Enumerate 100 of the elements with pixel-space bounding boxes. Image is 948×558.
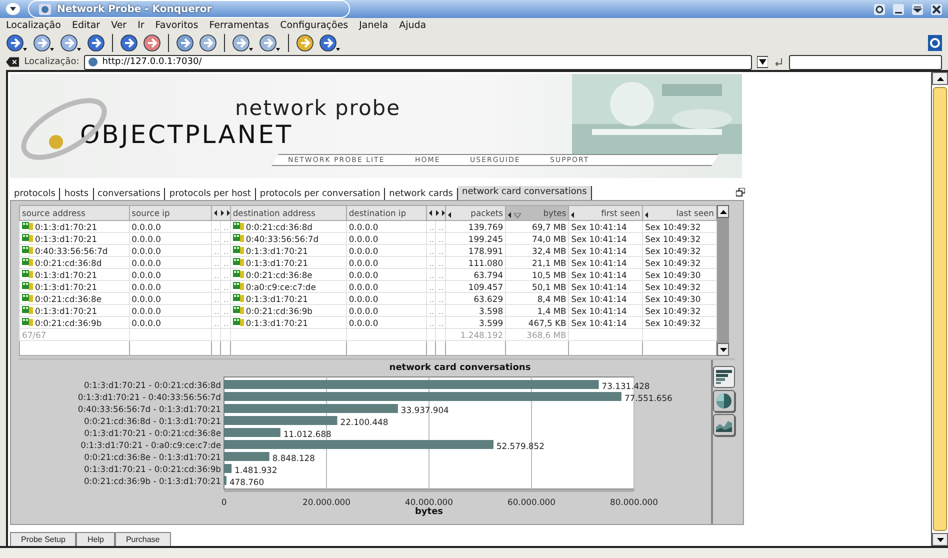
table-cell: 3.599 [445, 316, 506, 328]
table-cell: 0.0.0.0 [129, 244, 212, 256]
table-cell: 0.0.0.0 [346, 268, 426, 280]
column-arrows-icon[interactable] [428, 210, 444, 216]
download-icon[interactable] [319, 34, 341, 52]
value-label: 22.100.448 [340, 417, 388, 427]
clear-icon[interactable] [6, 57, 20, 67]
up-icon[interactable] [60, 34, 82, 52]
column-header[interactable]: bytes [506, 206, 569, 220]
column-header[interactable]: destination address [230, 206, 346, 220]
close-icon[interactable] [931, 4, 942, 14]
network-card-icon [22, 234, 33, 242]
network-card-icon [22, 222, 33, 230]
menu-item[interactable]: Editar [72, 20, 100, 30]
table-cell: 0:1:3:d1:70:21 [20, 268, 130, 280]
up-arrow-icon[interactable] [720, 210, 726, 214]
network-card-icon [22, 282, 33, 290]
filter-field[interactable] [568, 340, 643, 356]
tab[interactable]: network card conversations [458, 186, 592, 200]
filter-field[interactable] [436, 340, 446, 356]
column-arrow-icon[interactable] [508, 212, 512, 218]
menu-item[interactable]: Ver [111, 20, 127, 30]
filter-field[interactable] [129, 340, 212, 356]
network-card-icon [232, 306, 244, 314]
tick-label: 20.000.000 [302, 497, 350, 507]
menu-item[interactable]: Ferramentas [209, 20, 270, 30]
scroll-bar[interactable] [717, 205, 729, 356]
filter-field[interactable] [20, 340, 130, 356]
menu-item[interactable]: Janela [359, 20, 388, 30]
filter-field[interactable] [426, 340, 436, 356]
table-cell: .. [211, 304, 221, 316]
menu-item[interactable]: Ajuda [399, 20, 426, 30]
sort-icon [514, 213, 522, 218]
table-cell: Sex 10:49:32 [642, 220, 716, 232]
go-icon[interactable] [772, 56, 784, 68]
column-header[interactable]: destination ip [346, 206, 426, 220]
scroll-thumb[interactable] [933, 87, 947, 531]
table-cell: .. [220, 280, 230, 292]
table-cell: .. [436, 280, 446, 292]
column-header[interactable]: first seen [568, 206, 643, 220]
table-cell: 0:0:21:cd:36:8d [230, 220, 346, 232]
network-card-icon [232, 270, 244, 278]
tick-label: 60.000.000 [508, 497, 556, 507]
column-header[interactable]: packets [445, 206, 506, 220]
up-arrow-icon[interactable] [936, 76, 944, 80]
menu-item[interactable]: Ir [138, 20, 144, 30]
table-cell: .. [426, 268, 436, 280]
filter-field[interactable] [230, 340, 346, 356]
down-arrow-icon[interactable] [936, 538, 944, 542]
table-cell: 0:40:33:56:56:7d [20, 244, 130, 256]
value-label: 478.760 [229, 477, 264, 487]
filter-field[interactable] [506, 340, 569, 356]
down-arrow-icon[interactable] [720, 348, 726, 352]
forward-icon[interactable] [33, 34, 55, 52]
filter-field[interactable] [445, 340, 506, 356]
restore-icon[interactable] [736, 188, 745, 197]
table-cell: .. [220, 232, 230, 244]
menu-item[interactable]: Favoritos [155, 20, 198, 30]
table-cell: .. [211, 232, 221, 244]
table-cell: 21,1 MB [506, 256, 569, 268]
filter-field[interactable] [220, 340, 230, 356]
bottom-tab[interactable]: Help [76, 532, 115, 546]
table-cell: 0.0.0.0 [129, 280, 212, 292]
url-field[interactable]: http://127.0.0.1:7030/ [84, 54, 752, 70]
column-arrow-icon[interactable] [448, 212, 452, 218]
chart-view-button[interactable] [713, 414, 735, 436]
maximize-icon[interactable] [912, 4, 923, 14]
menu-item[interactable]: Localização [6, 20, 61, 30]
table-cell: 0:1:3:d1:70:21 [230, 256, 346, 268]
search-field[interactable] [789, 54, 942, 70]
table-cell: 199.245 [445, 232, 506, 244]
table-cell: Sex 10:41:14 [568, 232, 643, 244]
menu-item[interactable]: Configurações [280, 20, 348, 30]
column-arrows-icon[interactable] [214, 210, 230, 216]
network-card-icon [232, 282, 244, 290]
menu-icon[interactable] [6, 3, 20, 15]
table-cell: 67/67 [20, 328, 130, 340]
bottom-tab[interactable]: Probe Setup [10, 532, 76, 546]
page-scroll-bar[interactable] [931, 72, 948, 546]
filter-field[interactable] [346, 340, 426, 356]
network-card-icon [232, 318, 244, 326]
chart-view-button[interactable] [713, 366, 735, 388]
minimize-icon[interactable] [893, 4, 904, 14]
column-header[interactable]: source ip [129, 206, 212, 220]
filter-field[interactable] [211, 340, 221, 356]
filter-field[interactable] [642, 340, 716, 356]
column-arrow-icon[interactable] [645, 212, 650, 218]
table-cell: .. [220, 316, 230, 328]
table-cell: .. [426, 316, 436, 328]
chart-view-button[interactable] [713, 390, 735, 412]
table-cell: 74,0 MB [506, 232, 569, 244]
column-arrow-icon[interactable] [571, 212, 576, 218]
table-cell: .. [211, 316, 221, 328]
column-header[interactable]: source address [20, 206, 130, 220]
dropdown-icon[interactable] [756, 56, 768, 68]
column-header[interactable]: last seen [642, 206, 716, 220]
table-cell: .. [426, 232, 436, 244]
table-cell: 0:1:3:d1:70:21 [20, 304, 130, 316]
back-icon[interactable] [6, 34, 28, 52]
bottom-tab[interactable]: Purchase [114, 532, 171, 546]
